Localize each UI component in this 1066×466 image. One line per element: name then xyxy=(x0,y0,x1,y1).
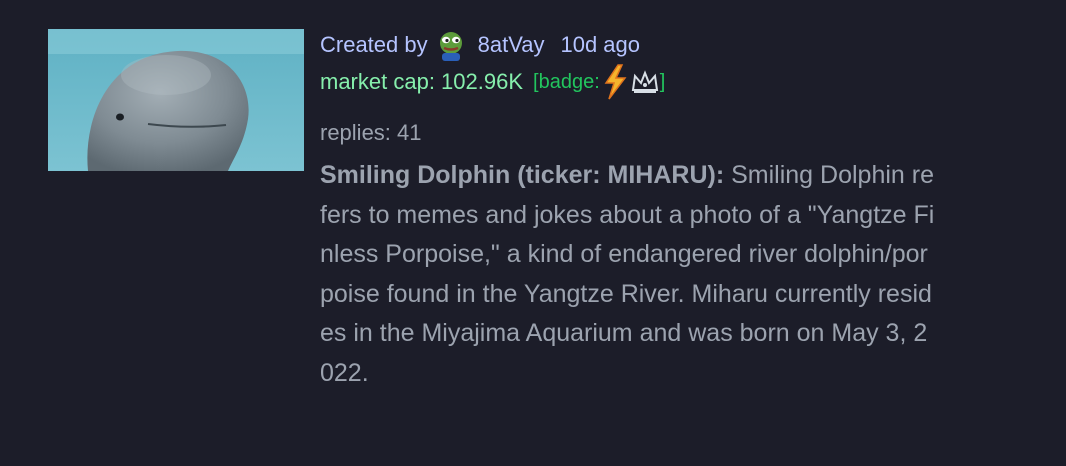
coin-info: Created by 8atVay 10d ago market cap: 10… xyxy=(320,28,940,393)
coin-thumbnail[interactable] xyxy=(48,29,304,171)
coin-card[interactable]: Created by 8atVay 10d ago market cap: 10… xyxy=(0,0,1066,466)
market-cap: market cap: 102.96K xyxy=(320,69,524,94)
replies-count: replies: 41 xyxy=(320,120,422,145)
coin-title: Smiling Dolphin (ticker: MIHARU): xyxy=(320,161,732,189)
creator-avatar[interactable] xyxy=(436,29,466,61)
coin-description-text: Smiling Dolphin refers to memes and joke… xyxy=(320,161,935,387)
badge-close: ] xyxy=(659,70,666,93)
dolphin-image xyxy=(48,29,304,171)
market-cap-row: market cap: 102.96K [badge: ] xyxy=(320,62,940,102)
lightning-icon xyxy=(600,64,630,100)
badge-group: [badge: ] xyxy=(533,64,665,100)
creator-row: Created by 8atVay 10d ago xyxy=(320,28,940,62)
badge-open: [badge: xyxy=(533,70,600,93)
creator-name-link[interactable]: 8atVay xyxy=(478,32,545,58)
created-time: 10d ago xyxy=(560,32,641,57)
coin-description: Smiling Dolphin (ticker: MIHARU): Smilin… xyxy=(320,156,940,393)
created-by-label: Created by xyxy=(320,32,428,57)
crown-icon xyxy=(630,64,660,100)
